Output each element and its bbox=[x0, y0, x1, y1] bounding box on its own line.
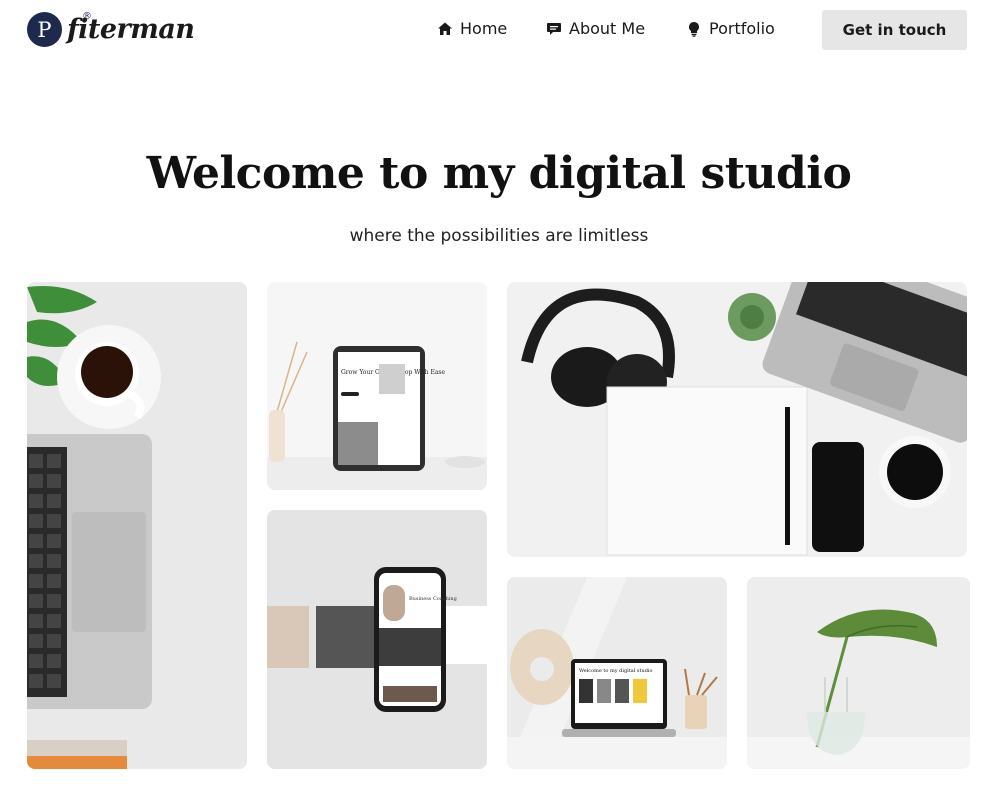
hero-title: Welcome to my digital studio bbox=[146, 148, 852, 199]
registered-mark: ® bbox=[82, 11, 92, 22]
brand-logo[interactable]: P ® fiterman bbox=[27, 11, 195, 47]
chat-bubble-icon bbox=[547, 22, 561, 35]
plant-vase-photo bbox=[747, 577, 970, 769]
nav-portfolio[interactable]: Portfolio bbox=[686, 19, 775, 38]
headphones-desk-photo bbox=[507, 282, 967, 557]
nav-home[interactable]: Home bbox=[437, 19, 507, 38]
hero-subtitle: where the possibilities are limitless bbox=[349, 226, 649, 246]
desk-laptop-coffee-photo bbox=[27, 282, 247, 769]
lightbulb-icon bbox=[689, 21, 699, 37]
laptop-headline: Welcome to my digital studio bbox=[579, 668, 653, 674]
phone-mockup-photo: Business Coaching bbox=[267, 510, 487, 769]
phone-headline: Business Coaching bbox=[409, 596, 458, 602]
home-icon bbox=[438, 22, 452, 35]
get-in-touch-button[interactable]: Get in touch bbox=[822, 10, 967, 50]
nav-home-label: Home bbox=[460, 19, 508, 38]
logo-mark: P bbox=[27, 12, 62, 47]
laptop-mockup-photo: Welcome to my digital studio bbox=[507, 577, 727, 769]
nav-about-me[interactable]: About Me bbox=[546, 19, 645, 38]
tablet-mockup-photo: Grow Your Online Shop With Ease bbox=[267, 282, 487, 490]
nav-portfolio-label: Portfolio bbox=[709, 19, 775, 38]
nav-about-label: About Me bbox=[569, 19, 646, 38]
site-header: P ® fiterman Home About Me Portfolio Get… bbox=[0, 0, 998, 62]
